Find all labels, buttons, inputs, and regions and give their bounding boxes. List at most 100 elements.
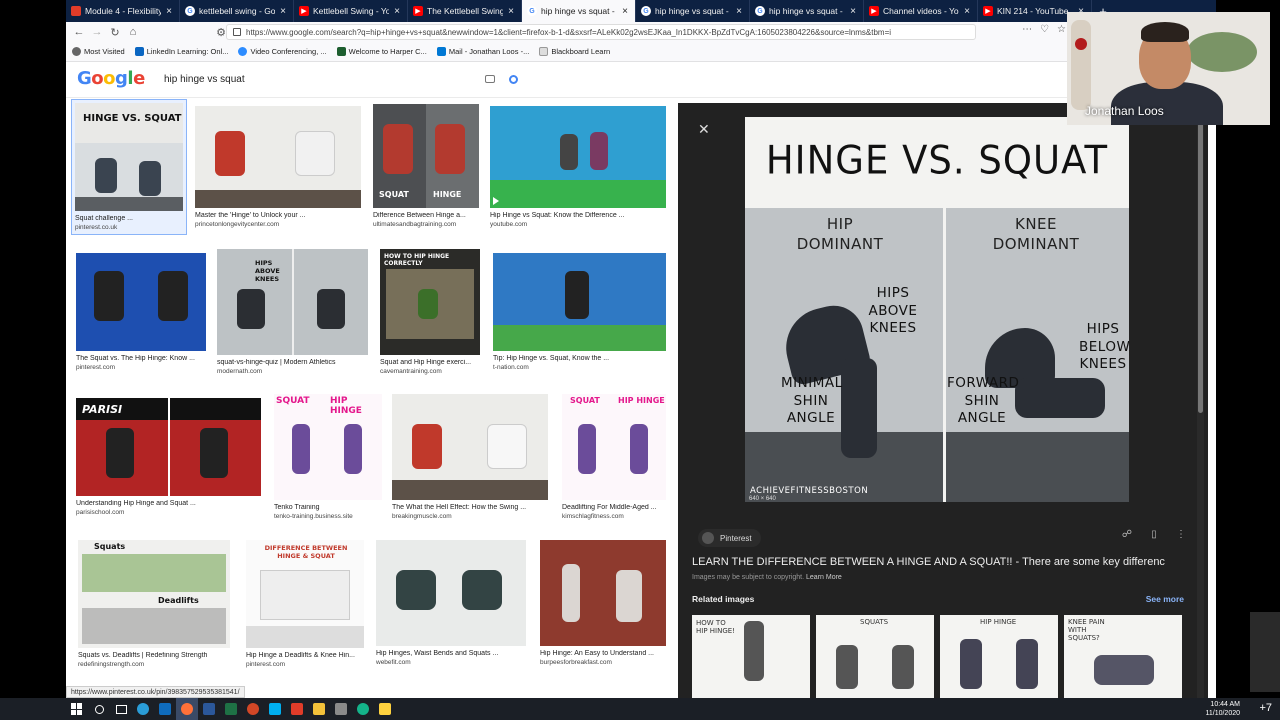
task-view-icon[interactable] [110,698,132,720]
snagit-icon[interactable] [286,698,308,720]
skype-icon[interactable] [264,698,286,720]
result-caption[interactable]: Hip Hinges, Waist Bends and Squats ... [376,650,526,657]
result-card[interactable]: HIPS ABOVE KNEES squat-vs-hinge-quiz | M… [217,249,368,375]
search-icon[interactable] [88,698,110,720]
related-image[interactable]: HOW TO HIP HINGE! [692,615,810,698]
preview-image[interactable]: HINGE VS. SQUAT HIP DOMINANT KNEE DOMINA… [745,117,1129,502]
close-icon[interactable]: × [164,6,174,17]
viewer-title-link[interactable]: LEARN THE DIFFERENCE BETWEEN A HINGE AND… [692,556,1192,568]
home-icon[interactable]: ⌂ [124,23,142,41]
result-thumbnail[interactable]: Squats Deadlifts [78,540,230,648]
result-card[interactable]: Hip Hinge vs Squat: Know the Difference … [490,106,666,228]
google-logo[interactable]: Google [77,68,145,89]
close-icon[interactable]: × [506,6,516,17]
outlook-icon[interactable] [154,698,176,720]
taskbar-clock[interactable]: 10:44 AM 11/10/2020 [1205,700,1240,718]
result-caption[interactable]: squat-vs-hinge-quiz | Modern Athletics [217,359,368,366]
bookmark-linkedin[interactable]: LinkedIn Learning: Onl... [134,47,228,56]
result-thumbnail[interactable] [540,540,666,646]
result-caption[interactable]: Hip Hinge a Deadlifts & Knee Hin... [246,652,364,659]
result-card[interactable]: Master the 'Hinge' to Unlock your ... pr… [195,106,361,228]
source-chip[interactable]: Pinterest [698,529,761,547]
result-thumbnail[interactable]: HIPS ABOVE KNEES [217,249,368,355]
result-thumbnail[interactable] [490,106,666,208]
word-icon[interactable] [198,698,220,720]
pocket-icon[interactable]: ♡ [1040,24,1049,35]
result-thumbnail[interactable] [392,394,548,500]
result-card[interactable]: Hip Hinges, Waist Bends and Squats ... w… [376,540,526,666]
result-thumbnail[interactable]: SQUAT HIP HINGE [562,394,666,500]
search-box[interactable]: hip hinge vs squat [152,67,532,91]
result-thumbnail[interactable] [76,253,206,351]
save-bookmark-icon[interactable]: ▯ [1147,529,1161,543]
result-card[interactable]: Hip Hinge: An Easy to Understand ... bur… [540,540,666,666]
browser-tab[interactable]: Gkettlebell swing - Google× [180,0,294,22]
powerpoint-icon[interactable] [242,698,264,720]
browser-tab[interactable]: Ghip hinge vs squat - Goo× [522,0,636,22]
result-card[interactable]: Squats Deadlifts Squats vs. Deadlifts | … [78,540,230,668]
excel-icon[interactable] [220,698,242,720]
browser-tab[interactable]: ▶ Kettlebell Swing - YouTu× [294,0,408,22]
result-thumbnail[interactable]: PARISI [76,398,261,496]
reload-icon[interactable]: ↻ [106,23,124,41]
search-input[interactable]: hip hinge vs squat [164,74,485,85]
share-icon[interactable]: ☍ [1120,529,1134,543]
browser-tab[interactable]: Ghip hinge vs squat - Goo× [636,0,750,22]
calculator-icon[interactable] [330,698,352,720]
browser-tab[interactable]: ▶ Channel videos - YouTu× [864,0,978,22]
result-thumbnail[interactable]: SQUAT HINGE [373,104,479,208]
result-card[interactable]: HINGE VS. SQUAT Squat challenge ... pint… [71,99,187,235]
result-caption[interactable]: Tip: Hip Hinge vs. Squat, Know the ... [493,355,666,362]
result-card[interactable]: SQUAT HIP HINGE Tenko Training tenko-tra… [274,394,382,520]
browser-tab[interactable]: ▶ The Kettlebell Swing - Y× [408,0,522,22]
result-thumbnail[interactable]: SQUAT HIP HINGE [274,394,382,500]
back-icon[interactable]: ← [70,23,88,41]
result-card[interactable]: HOW TO HIP HINGE CORRECTLY Squat and Hip… [380,249,480,375]
result-thumbnail[interactable]: DIFFERENCE BETWEEN HINGE & SQUAT [246,540,364,648]
result-card[interactable]: SQUAT HIP HINGE Deadlifting For Middle-A… [562,394,666,520]
bookmark-most-visited[interactable]: Most Visited [72,47,125,56]
result-thumbnail[interactable] [493,253,666,351]
related-image[interactable]: KNEE PAIN WITH SQUATS? [1064,615,1182,698]
result-caption[interactable]: Master the 'Hinge' to Unlock your ... [195,212,361,219]
file-explorer-icon[interactable] [308,698,330,720]
browser-tab[interactable]: Ghip hinge vs squat - Goo× [750,0,864,22]
more-icon[interactable]: ⋯ [1022,24,1032,35]
browser-tab[interactable]: Module 4 - Flexibility A× [66,0,180,22]
result-thumbnail[interactable] [376,540,526,646]
result-thumbnail[interactable] [195,106,361,208]
result-caption[interactable]: Difference Between Hinge a... [373,212,479,219]
result-caption[interactable]: Squats vs. Deadlifts | Redefining Streng… [78,652,230,659]
related-image[interactable]: SQUATS [816,615,934,698]
webex-icon[interactable] [352,698,374,720]
camera-icon[interactable] [485,75,495,83]
close-icon[interactable]: × [848,6,858,17]
more-vert-icon[interactable]: ⋮ [1174,529,1188,543]
viewer-scrollbar[interactable] [1197,103,1204,698]
result-caption[interactable]: Squat challenge ... [75,215,183,222]
result-caption[interactable]: Deadlifting For Middle-Aged ... [562,504,666,511]
result-card[interactable]: PARISI Understanding Hip Hinge and Squat… [76,398,261,516]
bookmark-video-conferencing[interactable]: Video Conferencing, ... [238,47,327,56]
participants-more-count[interactable]: +7 [1259,702,1272,714]
result-card[interactable]: SQUAT HINGE Difference Between Hinge a..… [373,104,479,228]
result-caption[interactable]: Hip Hinge vs Squat: Know the Difference … [490,212,666,219]
result-card[interactable]: DIFFERENCE BETWEEN HINGE & SQUAT Hip Hin… [246,540,364,668]
result-caption[interactable]: Understanding Hip Hinge and Squat ... [76,500,261,507]
close-icon[interactable]: × [734,6,744,17]
result-caption[interactable]: The What the Hell Effect: How the Swing … [392,504,548,511]
result-thumbnail[interactable]: HOW TO HIP HINGE CORRECTLY [380,249,480,355]
sticky-notes-icon[interactable] [374,698,396,720]
bookmark-mail[interactable]: Mail - Jonathan Loos -... [436,47,529,56]
result-caption[interactable]: Tenko Training [274,504,382,511]
search-icon[interactable] [509,74,518,84]
bookmark-harper[interactable]: Welcome to Harper C... [336,47,427,56]
edge-icon[interactable] [132,698,154,720]
result-caption[interactable]: Squat and Hip Hinge exerci... [380,359,480,366]
close-icon[interactable]: × [620,6,630,17]
result-caption[interactable]: Hip Hinge: An Easy to Understand ... [540,650,666,657]
result-caption[interactable]: The Squat vs. The Hip Hinge: Know ... [76,355,206,362]
result-card[interactable]: The What the Hell Effect: How the Swing … [392,394,548,520]
windows-start-icon[interactable] [66,698,88,720]
url-bar[interactable]: https://www.google.com/search?q=hip+hing… [226,24,976,40]
